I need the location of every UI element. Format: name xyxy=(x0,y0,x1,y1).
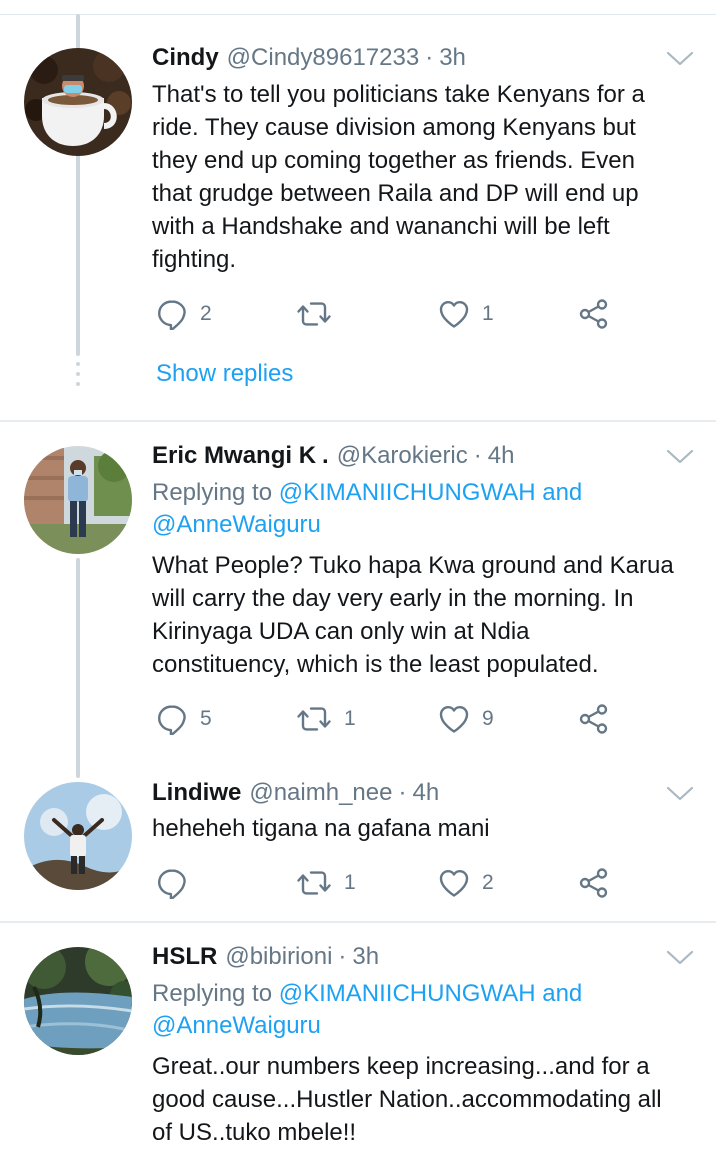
retweet-icon xyxy=(296,703,332,735)
reply-button[interactable]: 2 xyxy=(156,297,212,331)
heart-icon xyxy=(438,703,470,735)
user-handle[interactable]: @Cindy89617233 xyxy=(227,44,420,72)
like-count: 9 xyxy=(482,707,494,730)
display-name[interactable]: HSLR xyxy=(152,943,217,971)
tweet-text: What People? Tuko hapa Kwa ground and Ka… xyxy=(152,552,674,678)
avatar[interactable] xyxy=(24,947,132,1055)
retweet-icon xyxy=(296,867,332,899)
tweet-header: HSLR @bibirioni · 3h xyxy=(152,943,379,977)
thread-line xyxy=(76,558,80,778)
reply-icon xyxy=(156,867,188,899)
heart-icon xyxy=(438,298,470,330)
share-button[interactable] xyxy=(578,866,610,900)
separator-dot: · xyxy=(338,943,347,970)
retweet-button[interactable] xyxy=(296,297,332,331)
top-divider xyxy=(0,14,716,15)
heart-icon xyxy=(438,867,470,899)
avatar[interactable] xyxy=(24,48,132,156)
like-button[interactable]: 1 xyxy=(438,297,494,331)
share-button[interactable] xyxy=(578,297,610,331)
like-count: 2 xyxy=(482,871,494,894)
tweet-text: Great..our numbers keep increasing...and… xyxy=(152,1053,662,1146)
separator-dot: · xyxy=(473,442,482,469)
show-replies-link[interactable]: Show replies xyxy=(156,360,293,388)
like-count: 1 xyxy=(482,302,494,325)
share-icon xyxy=(578,867,610,899)
tweet-header: Eric Mwangi K . @Karokieric · 4h xyxy=(152,442,514,476)
replying-to: Replying to @KIMANIICHUNGWAH and @AnneWa… xyxy=(152,978,702,1042)
timestamp[interactable]: 4h xyxy=(488,442,515,470)
reply-button[interactable]: 5 xyxy=(156,702,212,736)
display-name[interactable]: Lindiwe xyxy=(152,779,241,807)
reply-icon xyxy=(156,298,188,330)
timestamp[interactable]: 3h xyxy=(352,943,379,971)
reply-icon xyxy=(156,703,188,735)
retweet-button[interactable]: 1 xyxy=(296,702,356,736)
display-name[interactable]: Eric Mwangi K xyxy=(152,442,316,470)
retweet-button[interactable]: 1 xyxy=(296,866,356,900)
tweet-header: Lindiwe @naimh_nee · 4h xyxy=(152,779,439,813)
reply-button[interactable] xyxy=(156,866,188,900)
replying-to: Replying to @KIMANIICHUNGWAH and @AnneWa… xyxy=(152,477,702,541)
chevron-down-icon[interactable] xyxy=(666,50,694,68)
mention-link[interactable]: @KIMANIICHUNGWAH and xyxy=(279,980,583,1007)
avatar[interactable] xyxy=(24,446,132,554)
tweet-divider xyxy=(0,921,716,923)
avatar[interactable] xyxy=(24,782,132,890)
like-button[interactable]: 2 xyxy=(438,866,494,900)
separator-dot: · xyxy=(398,779,407,806)
chevron-down-icon[interactable] xyxy=(666,785,694,803)
display-name-suffix: . xyxy=(322,442,329,469)
chevron-down-icon[interactable] xyxy=(666,448,694,466)
mention-link[interactable]: @AnneWaiguru xyxy=(152,1012,321,1039)
mention-link[interactable]: @AnneWaiguru xyxy=(152,511,321,538)
user-handle[interactable]: @naimh_nee xyxy=(249,779,392,807)
display-name[interactable]: Cindy xyxy=(152,44,219,72)
replying-to-label: Replying to xyxy=(152,479,273,506)
user-handle[interactable]: @bibirioni xyxy=(225,943,332,971)
reply-count: 2 xyxy=(200,302,212,325)
tweet-text: That's to tell you politicians take Keny… xyxy=(152,81,645,273)
timestamp[interactable]: 3h xyxy=(439,44,466,72)
like-button[interactable]: 9 xyxy=(438,702,494,736)
thread-dots xyxy=(76,362,80,392)
share-button[interactable] xyxy=(578,702,610,736)
tweet-text: heheheh tigana na gafana mani xyxy=(152,815,490,842)
mention-link[interactable]: @KIMANIICHUNGWAH and xyxy=(279,479,583,506)
timestamp[interactable]: 4h xyxy=(412,779,439,807)
separator-dot: · xyxy=(425,44,434,71)
retweet-icon xyxy=(296,298,332,330)
chevron-down-icon[interactable] xyxy=(666,949,694,967)
replying-to-label: Replying to xyxy=(152,980,273,1007)
retweet-count: 1 xyxy=(344,871,356,894)
retweet-count: 1 xyxy=(344,707,356,730)
tweet-header: Cindy @Cindy89617233 · 3h xyxy=(152,44,466,78)
reply-count: 5 xyxy=(200,707,212,730)
user-handle[interactable]: @Karokieric xyxy=(337,442,468,470)
share-icon xyxy=(578,703,610,735)
tweet-divider xyxy=(0,420,716,422)
share-icon xyxy=(578,298,610,330)
